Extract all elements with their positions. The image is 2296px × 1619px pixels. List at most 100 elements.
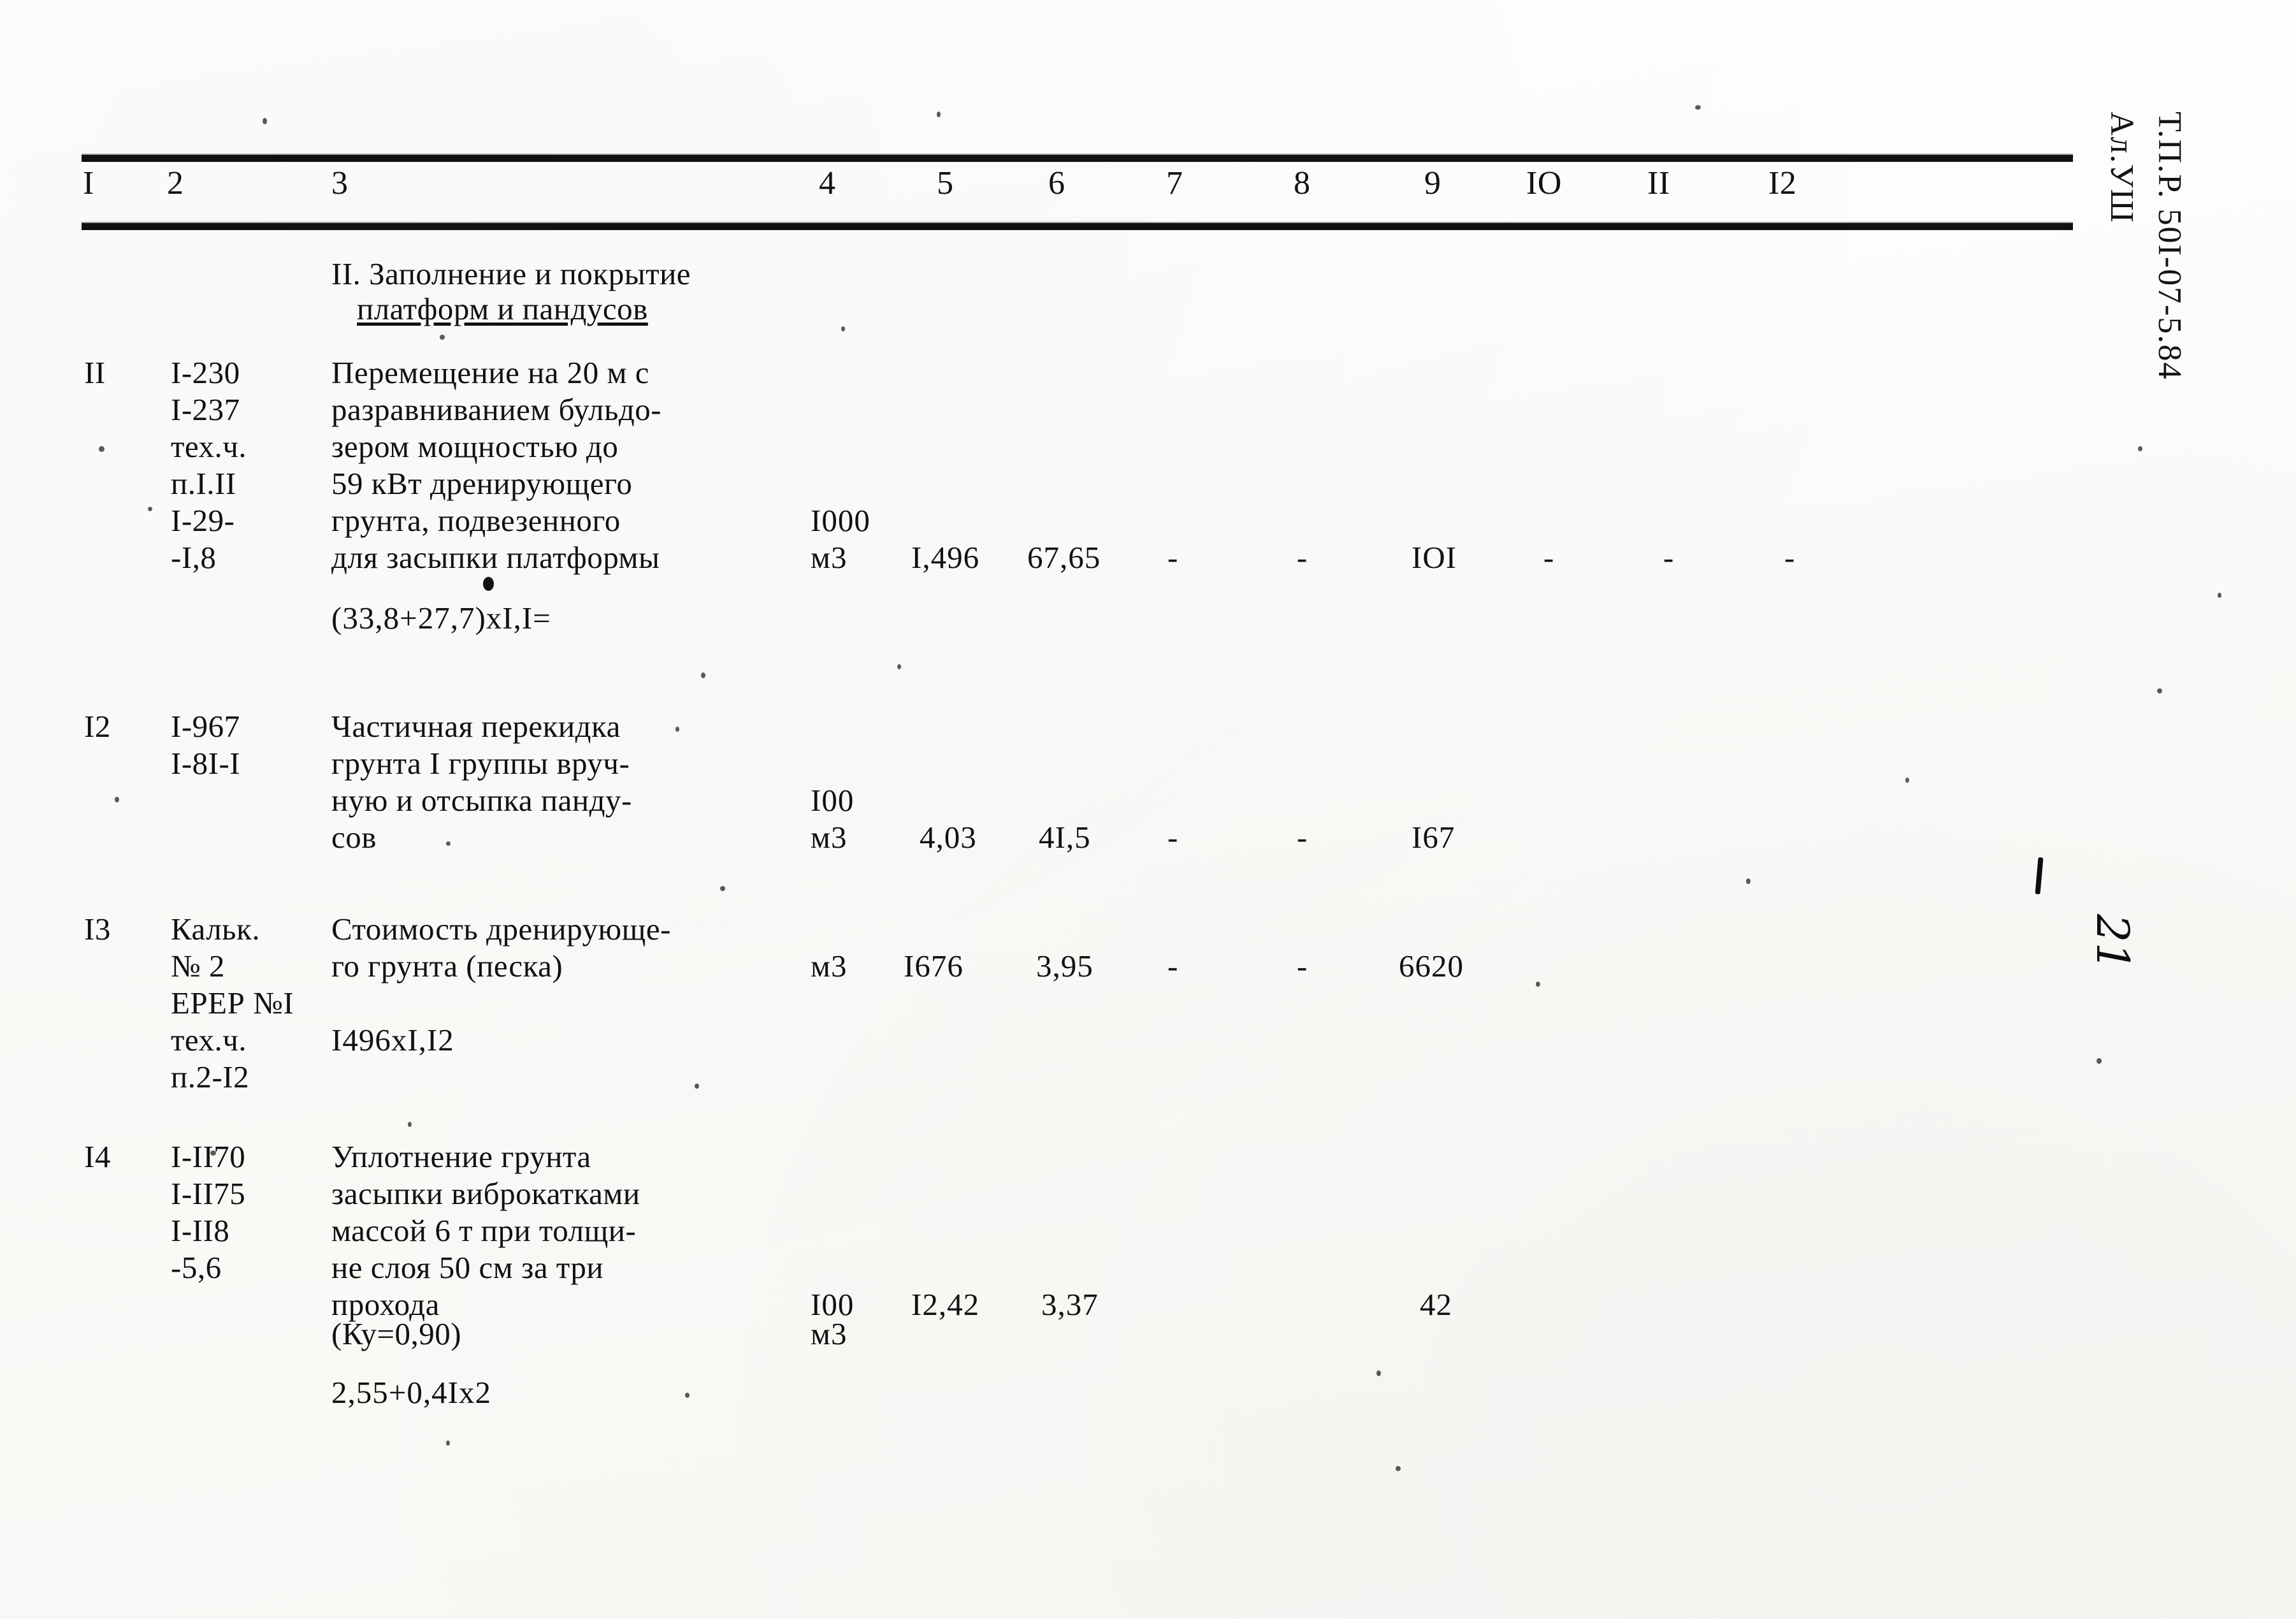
column-header-10: IO (1526, 165, 1562, 201)
row-formula: I496xI,I2 (331, 1022, 454, 1057)
scan-speck (841, 326, 845, 331)
column-header-8: 8 (1294, 165, 1311, 201)
scan-speck (685, 1393, 690, 1398)
row-value-col6: 4I,5 (1039, 820, 1091, 855)
scan-speck (2138, 446, 2142, 451)
column-header-6: 6 (1048, 165, 1065, 201)
column-header-12: I2 (1768, 165, 1797, 201)
scan-speck (701, 672, 705, 678)
row-code-line: I-967 (171, 709, 240, 744)
scan-speck (695, 1084, 699, 1089)
scan-speck (446, 1441, 450, 1446)
row-code-line: п.I.II (171, 466, 236, 501)
column-header-1: I (83, 165, 94, 201)
row-description-line: разравниванием бульдо- (331, 392, 662, 427)
scan-speck (897, 664, 901, 669)
row-value-col8: - (1297, 820, 1308, 855)
row-code-line: тех.ч. (171, 429, 247, 464)
row-description-line: 59 кВт дренирующего (331, 466, 633, 501)
handwritten-page-number-text: 21 (2086, 914, 2139, 971)
scan-speck (446, 841, 451, 846)
column-header-3: 3 (331, 165, 349, 201)
scan-speck (1536, 982, 1540, 987)
scan-speck (148, 507, 152, 511)
scan-speck (675, 727, 679, 732)
scan-speck (2157, 688, 2162, 693)
scan-speck (2218, 593, 2221, 598)
row-formula: 2,55+0,4Ix2 (331, 1375, 491, 1410)
scan-speck (937, 112, 941, 117)
row-code-line: I-II8 (171, 1213, 230, 1248)
row-code-line: Кальк. (171, 911, 261, 947)
row-code-line: I-8I-I (171, 746, 241, 781)
row-value-col8: - (1297, 540, 1308, 575)
scan-speck (440, 335, 445, 340)
row-code-line: -I,8 (171, 540, 217, 575)
scanned-document-page: I 2 3 4 5 6 7 8 9 IO II I2 II. Заполнени… (0, 0, 2296, 1619)
column-header-5: 5 (937, 165, 954, 201)
row-description-line: Уплотнение грунта (331, 1139, 591, 1174)
column-header-11: II (1647, 165, 1670, 201)
row-description-line: грунта I группы вруч- (331, 746, 630, 781)
row-unit-count: I00 (811, 783, 855, 818)
row-description-line: массой 6 т при толщи- (331, 1213, 637, 1248)
row-value-col9: 6620 (1399, 948, 1464, 984)
row-value-col7: - (1167, 820, 1179, 855)
row-number: I3 (84, 911, 111, 947)
album-designation-stamp: Ал.УШ (2104, 112, 2140, 224)
row-unit-measure: м3 (811, 820, 848, 855)
row-code-line: I-II70 (171, 1139, 246, 1174)
row-value-col8: - (1297, 948, 1308, 984)
column-header-7: 7 (1166, 165, 1183, 201)
table-header-bottom-rule (82, 222, 2073, 230)
row-value-col7: - (1167, 540, 1179, 575)
scan-speck (1396, 1466, 1401, 1471)
scan-speck (720, 886, 725, 891)
row-description-line: не слоя 50 см за три (331, 1250, 604, 1285)
handwritten-page-number: 21 (1947, 857, 2179, 971)
column-header-4: 4 (819, 165, 836, 201)
row-number: I2 (84, 709, 111, 744)
scan-speck (1905, 778, 1909, 783)
row-code-line: I-29- (171, 503, 235, 538)
row-value-col6: 3,95 (1036, 948, 1094, 984)
row-description-line: (Ку=0,90) (331, 1316, 462, 1351)
row-description-line: сов (331, 820, 377, 855)
scan-speck (2097, 1058, 2102, 1064)
scan-speck (1746, 878, 1751, 884)
row-code-line: I-237 (171, 392, 240, 427)
row-number: I4 (84, 1139, 111, 1174)
row-description-line: Частичная перекидка (331, 709, 621, 744)
row-value-col7: - (1167, 948, 1179, 984)
row-value-col9: 42 (1420, 1287, 1452, 1322)
row-description-line: для засыпки платформы (331, 540, 660, 575)
row-value-col11: - (1663, 540, 1675, 575)
row-description-line: засыпки виброкатками (331, 1176, 640, 1211)
row-value-col6: 3,37 (1041, 1287, 1099, 1322)
row-code-line: п.2-I2 (171, 1059, 250, 1094)
row-value-col9: IOI (1412, 540, 1457, 575)
row-code-line: -5,6 (171, 1250, 222, 1285)
section-title-line-1: II. Заполнение и покрытие (331, 256, 691, 291)
column-header-9: 9 (1424, 165, 1441, 201)
scan-speck (210, 1151, 216, 1156)
column-header-2: 2 (167, 165, 184, 201)
scan-speck (99, 446, 105, 452)
row-description-line: грунта, подвезенного (331, 503, 621, 538)
scan-speck (263, 118, 267, 124)
row-code-line: I-II75 (171, 1176, 246, 1211)
row-code-line: № 2 (171, 948, 226, 984)
row-code-line: тех.ч. (171, 1022, 247, 1057)
handwritten-underline-stroke (2035, 857, 2044, 895)
row-unit-count: I000 (811, 503, 870, 538)
row-code-line: ЕРЕР №I (171, 985, 294, 1020)
row-value-col9: I67 (1412, 820, 1455, 855)
row-value-col5: I676 (904, 948, 964, 984)
row-formula: (33,8+27,7)xI,I= (331, 600, 551, 635)
scan-speck (1695, 105, 1701, 110)
scan-speck (115, 797, 119, 802)
row-description-line: Стоимость дренирующе- (331, 911, 671, 947)
scan-speck (1376, 1370, 1381, 1376)
row-value-col6: 67,65 (1027, 540, 1101, 575)
row-description-line: зером мощностью до (331, 429, 619, 464)
